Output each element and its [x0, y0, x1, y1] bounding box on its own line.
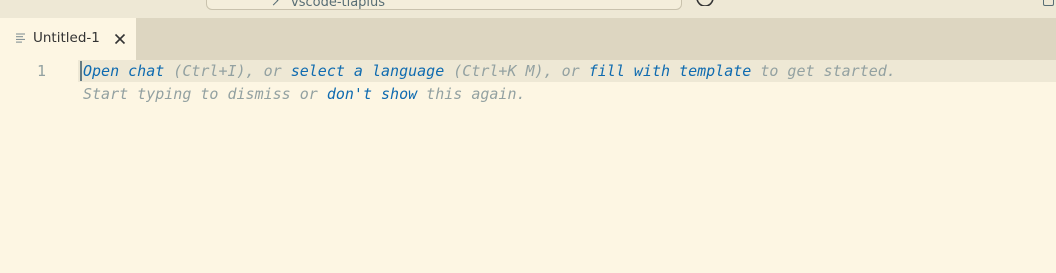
empty-editor-hint: Open chat (Ctrl+I), or select a language… — [83, 61, 896, 82]
tab-label: Untitled-1 — [33, 30, 100, 46]
hint-text: (Ctrl+K M), or — [444, 62, 589, 80]
tab-bar: Untitled-1 — [0, 18, 1056, 60]
editor[interactable]: 1 Open chat (Ctrl+I), or select a langua… — [0, 60, 1056, 273]
layout-icon[interactable] — [1043, 0, 1054, 6]
file-lines-icon — [16, 33, 25, 43]
fill-template-link[interactable]: fill with template — [589, 62, 752, 80]
command-center[interactable]: vscode-tiaplus — [206, 0, 682, 10]
command-center-text: vscode-tiaplus — [291, 0, 386, 10]
hint-text: Start typing to dismiss or — [83, 85, 327, 103]
text-cursor — [80, 61, 82, 81]
chevron-left-icon[interactable] — [268, 0, 279, 6]
copilot-icon[interactable] — [695, 0, 715, 6]
title-bar: vscode-tiaplus — [0, 0, 1056, 18]
dont-show-link[interactable]: don't show — [327, 85, 417, 103]
hint-text: to get started. — [751, 62, 896, 80]
open-chat-link[interactable]: Open chat — [83, 62, 164, 80]
select-language-link[interactable]: select a language — [291, 62, 445, 80]
close-icon[interactable] — [112, 31, 128, 47]
line-number: 1 — [36, 62, 46, 80]
hint-text: this again. — [417, 85, 526, 103]
hint-text: (Ctrl+I), or — [164, 62, 291, 80]
tab-untitled-1[interactable]: Untitled-1 — [0, 18, 136, 60]
dismiss-hint: Start typing to dismiss or don't show th… — [83, 84, 526, 105]
